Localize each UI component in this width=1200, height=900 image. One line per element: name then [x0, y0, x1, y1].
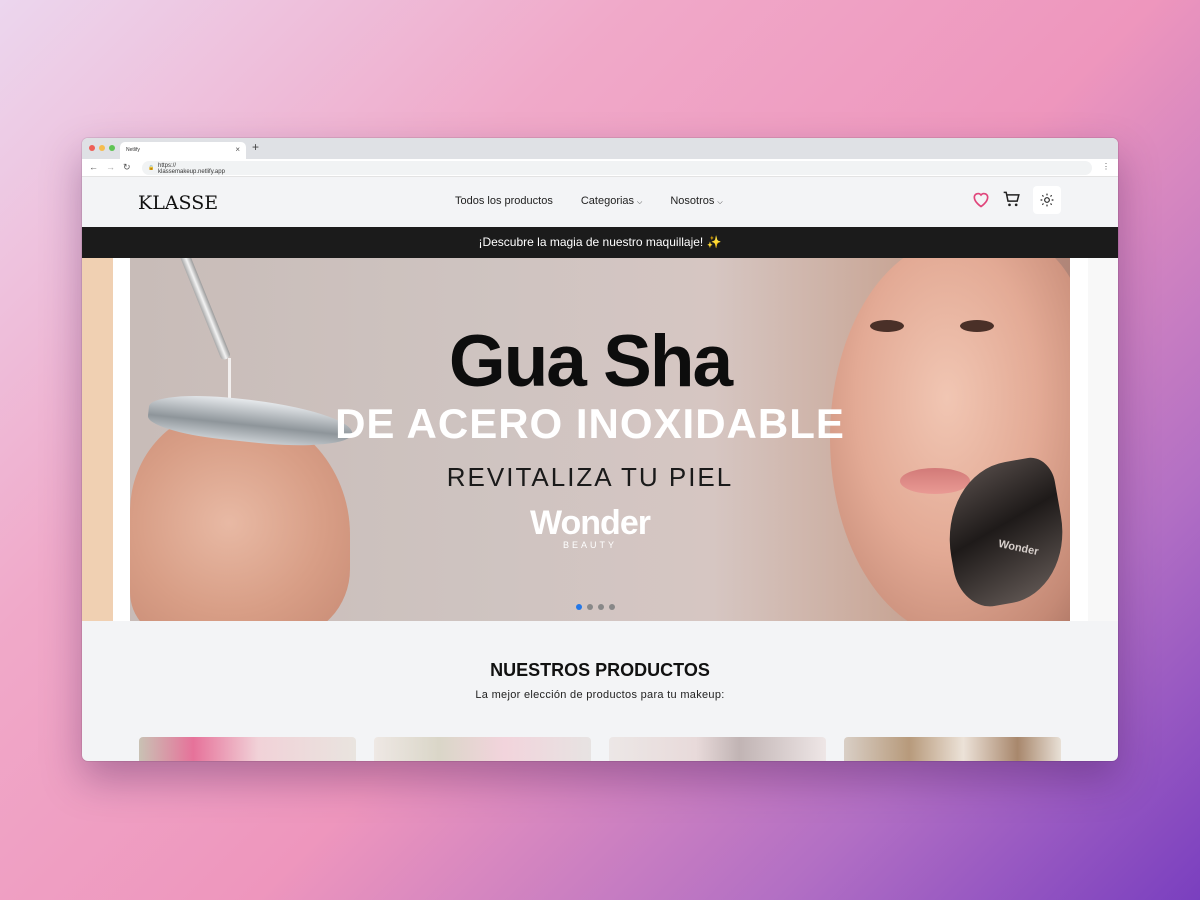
nav-label: Todos los productos [455, 195, 553, 207]
hero-title: Gua Sha [448, 321, 733, 402]
nav-label: Nosotros [670, 195, 715, 207]
hero-slide[interactable]: Wonder Gua Sha DE ACERO INOXIDABLE REVIT… [130, 258, 1070, 621]
brand-logo-sub: BEAUTY [562, 540, 617, 550]
lips-image [900, 468, 970, 494]
carousel-dot[interactable] [609, 604, 615, 610]
carousel-indicators [576, 604, 615, 610]
minimize-window-button[interactable] [99, 145, 105, 151]
products-title: NUESTROS PRODUCTOS [490, 660, 710, 680]
window-controls [89, 145, 115, 151]
product-card[interactable] [609, 737, 826, 761]
heart-icon[interactable] [971, 189, 991, 214]
sun-icon [1040, 193, 1054, 207]
carousel-dot[interactable] [598, 604, 604, 610]
close-window-button[interactable] [89, 145, 95, 151]
products-subtitle: La mejor elección de productos para tu m… [475, 689, 725, 701]
theme-toggle-button[interactable] [1033, 186, 1061, 214]
close-tab-icon[interactable]: × [235, 146, 240, 154]
eye-image [960, 320, 994, 332]
new-tab-button[interactable]: + [252, 140, 259, 154]
next-slide-peek[interactable] [1088, 258, 1118, 621]
site-logo[interactable]: KLASSE [138, 192, 218, 214]
carousel-dot[interactable] [587, 604, 593, 610]
back-arrow-icon[interactable]: ← [89, 162, 98, 172]
product-grid [139, 737, 1061, 761]
hero-carousel: Wonder Gua Sha DE ACERO INOXIDABLE REVIT… [82, 258, 1118, 621]
browser-menu-icon[interactable]: ⋮ [1102, 162, 1110, 171]
address-bar-row: ← → ↻ 🔒 https:// klassemakeup.netlify.ap… [82, 159, 1118, 177]
carousel-dot[interactable] [576, 604, 582, 610]
nav-label: Categorias [580, 195, 635, 207]
cart-icon[interactable] [1002, 189, 1022, 214]
hero-headline: Gua Sha DE ACERO INOXIDABLE REVITALIZA T… [330, 321, 850, 551]
nav-item-all-products[interactable]: Todos los productos [455, 195, 553, 207]
main-nav: Todos los productos Categorias ⌵ Nosotros… [455, 195, 723, 207]
brand-logo: Wonder [530, 504, 651, 542]
product-card[interactable] [844, 737, 1061, 761]
reload-icon[interactable]: ↻ [123, 162, 131, 173]
products-section: NUESTROS PRODUCTOS La mejor elección de … [82, 621, 1118, 701]
lock-icon: 🔒 [148, 165, 155, 171]
nav-item-about[interactable]: Nosotros ⌵ [670, 195, 722, 207]
browser-window: Netlify × + ← → ↻ 🔒 https:// klassemakeu… [82, 138, 1118, 761]
nav-item-categories[interactable]: Categorias ⌵ [581, 195, 643, 207]
announcement-bar: ¡Descubre la magia de nuestro maquillaje… [82, 227, 1118, 258]
hero-subtitle: DE ACERO INOXIDABLE [335, 400, 845, 447]
product-card[interactable] [139, 737, 356, 761]
pipette-image [178, 258, 232, 361]
eye-image [870, 320, 904, 332]
hero-tagline: REVITALIZA TU PIEL [446, 462, 734, 492]
chevron-down-icon: ⌵ [717, 199, 723, 206]
forward-arrow-icon[interactable]: → [106, 162, 115, 172]
previous-slide-peek[interactable] [82, 258, 113, 621]
product-card[interactable] [374, 737, 591, 761]
site-header: KLASSE Todos los productos Categorias ⌵ N… [82, 177, 1118, 227]
tab-title: Netlify [126, 147, 140, 153]
browser-tab[interactable]: Netlify × [120, 142, 246, 159]
url-field[interactable]: 🔒 https:// klassemakeup.netlify.app [142, 161, 1092, 175]
maximize-window-button[interactable] [109, 145, 115, 151]
chevron-down-icon: ⌵ [637, 199, 643, 206]
url-text: https:// klassemakeup.netlify.app [158, 163, 225, 175]
tab-bar: Netlify × + [82, 138, 1118, 159]
